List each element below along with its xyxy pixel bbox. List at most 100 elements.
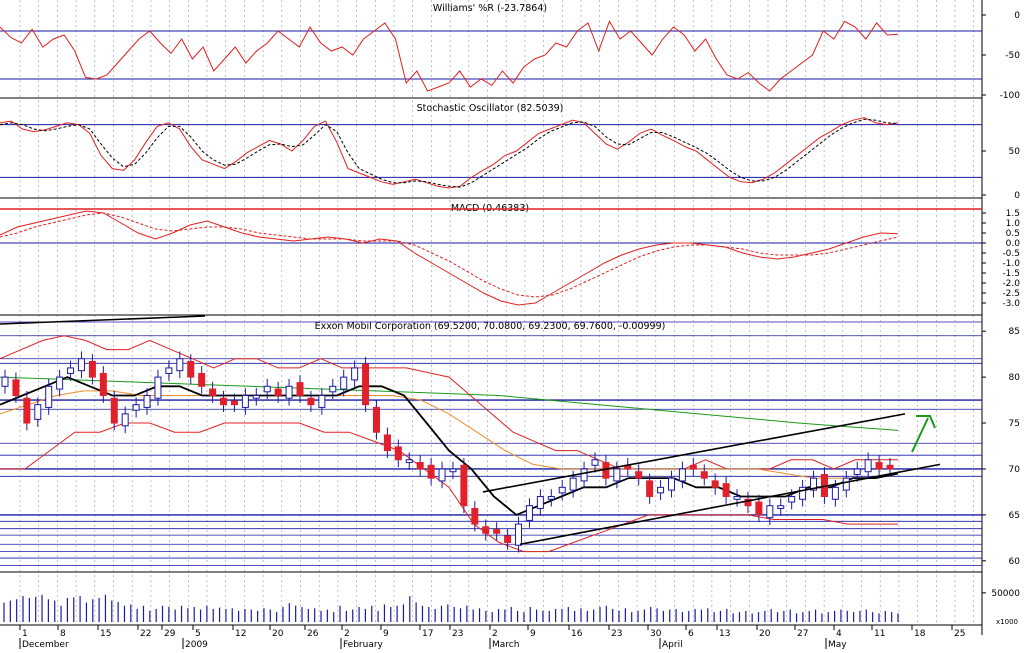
candle-body <box>689 464 697 470</box>
candle-body <box>285 385 293 399</box>
y-tick-label: -0.5 <box>1002 249 1020 259</box>
candle-body <box>613 468 621 482</box>
candle-body <box>307 397 315 406</box>
candle-body <box>733 496 741 500</box>
candle-body <box>569 477 577 491</box>
y-tick-label: 1.0 <box>1006 219 1021 229</box>
candle-body <box>591 459 599 466</box>
candle-body <box>536 496 544 509</box>
candle-body <box>547 496 555 500</box>
y-tick-label: 0.5 <box>1006 229 1020 239</box>
x-tick-label: 20 <box>759 629 771 639</box>
chart-root: 0 -50 -100 Williams' %R (-23.7864) 50 0 Stocha… <box>0 0 1024 650</box>
candle-body <box>67 367 75 374</box>
candle-body <box>77 358 85 372</box>
y-tick-label: -3.0 <box>1002 299 1020 309</box>
candle-body <box>121 413 129 427</box>
candle-body <box>296 382 304 396</box>
candle-body <box>209 388 217 396</box>
candle-body <box>525 505 533 521</box>
month-label: March <box>492 640 519 649</box>
x-tick-label: 2 <box>492 629 498 639</box>
x-tick-label: 4 <box>836 629 842 639</box>
candle-body <box>132 404 140 411</box>
candle-body <box>427 464 435 479</box>
candle-body <box>252 394 260 399</box>
y-tick-label: 75 <box>1009 419 1020 429</box>
candle-body <box>187 360 195 378</box>
candle-body <box>198 372 206 387</box>
y-tick-label: 60 <box>1009 557 1021 567</box>
candle-body <box>220 397 228 406</box>
candle-body <box>831 486 839 500</box>
x-tick-label: 6 <box>688 629 694 639</box>
candle-body <box>362 363 370 406</box>
candle-body <box>154 376 162 399</box>
y-tick-label: -2.5 <box>1002 289 1020 299</box>
candle-body <box>372 406 380 433</box>
candle-body <box>875 462 883 470</box>
month-label: 2009 <box>185 640 208 649</box>
candle-body <box>471 507 479 525</box>
candle-body <box>274 388 282 396</box>
candle-body <box>853 468 861 475</box>
candle-body <box>657 486 665 494</box>
candle-body <box>886 464 894 470</box>
candle-body <box>515 523 523 546</box>
stock-chart-svg: 0 -50 -100 Williams' %R (-23.7864) 50 0 Stocha… <box>0 0 1024 650</box>
y-tick-label: -100 <box>1000 91 1021 101</box>
y-tick-label: 50000 <box>991 589 1020 599</box>
x-tick-label: 18 <box>914 629 926 639</box>
candle-body <box>318 394 326 408</box>
candle-body <box>722 483 730 498</box>
x-tick-label: 5 <box>195 629 201 639</box>
candle-body <box>842 477 850 491</box>
x-tick-label: 23 <box>611 629 622 639</box>
y-tick-label: 50 <box>1009 147 1021 157</box>
candle-body <box>329 385 337 393</box>
candle-body <box>56 376 64 390</box>
candle-body <box>864 459 872 473</box>
candle-body <box>383 434 391 452</box>
y-tick-label: 0 <box>1014 11 1020 21</box>
x-tick-label: 25 <box>954 629 965 639</box>
candle-body <box>34 404 42 420</box>
candle-body <box>165 367 173 374</box>
candle-body <box>110 397 118 424</box>
candle-body <box>23 397 31 424</box>
volume-unit-label: x1000 <box>996 618 1018 626</box>
y-tick-label: 70 <box>1009 465 1021 475</box>
x-tick-label: 8 <box>60 629 66 639</box>
x-tick-label: 30 <box>650 629 662 639</box>
candle-body <box>493 529 501 534</box>
candle-body <box>700 471 708 479</box>
x-tick-label: 27 <box>797 629 808 639</box>
x-tick-label: 2 <box>344 629 350 639</box>
candle-body <box>416 462 424 470</box>
x-tick-label: 26 <box>307 629 319 639</box>
candle-body <box>176 358 184 372</box>
candle-body <box>460 464 468 507</box>
candle-body <box>755 501 763 516</box>
candle-body <box>580 468 588 482</box>
candle-body <box>263 385 271 393</box>
candle-body <box>99 372 107 396</box>
month-label: December <box>22 640 69 649</box>
candle-body <box>449 468 457 473</box>
x-tick-label: 29 <box>164 629 176 639</box>
x-tick-label: 23 <box>452 629 463 639</box>
month-label: May <box>828 640 847 649</box>
candle-body <box>788 496 796 503</box>
x-tick-label: 9 <box>383 629 389 639</box>
candle-body <box>340 376 348 390</box>
candle-body <box>394 446 402 461</box>
candle-body <box>1 376 9 387</box>
candle-body <box>88 360 96 378</box>
y-tick-label: 0.0 <box>1006 239 1021 249</box>
panel-title: Stochastic Oscillator (82.5039) <box>417 103 564 114</box>
candle-body <box>667 477 675 491</box>
y-tick-label: -1.5 <box>1002 269 1020 279</box>
x-tick-label: 13 <box>719 629 730 639</box>
candle-body <box>711 480 719 488</box>
x-tick-label: 15 <box>100 629 111 639</box>
